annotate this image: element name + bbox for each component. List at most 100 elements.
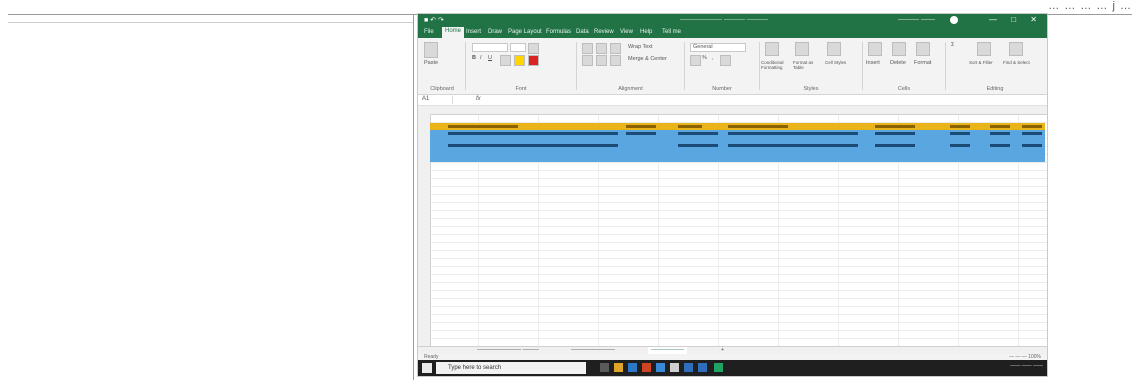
format-as-table-label[interactable]: Format as Table: [793, 60, 823, 70]
row-cell: [950, 144, 970, 147]
cell-styles-label[interactable]: Cell Styles: [825, 60, 855, 65]
tab-home[interactable]: Home: [442, 27, 465, 38]
borders-button[interactable]: [500, 55, 511, 66]
align-center-button[interactable]: [596, 55, 607, 66]
excel-taskbar-icon[interactable]: [714, 363, 723, 372]
header-cell: [448, 125, 518, 128]
tab-file[interactable]: File: [424, 29, 434, 35]
conditional-formatting-button[interactable]: [765, 42, 779, 56]
merge-center-button[interactable]: Merge & Center: [628, 56, 667, 62]
indent-icon: [610, 55, 621, 66]
cell-styles-button[interactable]: [827, 42, 841, 56]
paste-button[interactable]: [424, 42, 438, 58]
windows-start-icon[interactable]: [422, 363, 432, 373]
header-cell: [950, 125, 970, 128]
delete-cells-button[interactable]: [892, 42, 906, 56]
tab-help[interactable]: Help: [640, 29, 652, 35]
store-icon[interactable]: [670, 363, 679, 372]
tab-formulas[interactable]: Formulas: [546, 29, 571, 35]
table-row[interactable]: [430, 142, 1045, 154]
orientation-icon: [610, 43, 621, 54]
table-row[interactable]: [430, 130, 1045, 142]
align-top-icon: [582, 43, 593, 54]
fill-color-button[interactable]: [514, 55, 525, 66]
tab-review[interactable]: Review: [594, 29, 614, 35]
taskbar-search-input[interactable]: Type here to search: [436, 362, 586, 374]
tab-draw[interactable]: Draw: [488, 29, 502, 35]
row-cell: [728, 144, 858, 147]
bold-button[interactable]: B: [472, 55, 476, 61]
teams-icon[interactable]: [698, 363, 707, 372]
ribbon-group-styles: Conditional Formatting Format as Table C…: [761, 38, 861, 94]
formula-input[interactable]: [490, 96, 1030, 104]
quick-access-toolbar[interactable]: ■ ↶ ↷: [424, 16, 444, 24]
row-cell: [728, 132, 858, 135]
find-select-button[interactable]: [1009, 42, 1023, 56]
row-cell: [950, 132, 970, 135]
percent-button[interactable]: %: [702, 55, 707, 61]
document-title: —————— ——— ———: [680, 16, 768, 23]
delete-cells-icon: [892, 42, 906, 56]
group-label-cells: Cells: [897, 86, 911, 92]
align-middle-button[interactable]: [596, 43, 607, 54]
underline-button[interactable]: U: [488, 55, 492, 61]
file-explorer-icon[interactable]: [614, 363, 623, 372]
insert-cells-label[interactable]: Insert: [866, 60, 880, 66]
decimal-increase-button[interactable]: [720, 55, 731, 66]
comma-button[interactable]: ,: [712, 55, 714, 61]
system-tray[interactable]: —— —— ——: [1010, 363, 1043, 369]
autosum-button[interactable]: Σ: [951, 42, 954, 48]
header-row-highlight[interactable]: [430, 123, 1045, 130]
font-size-select[interactable]: [510, 43, 526, 52]
decimal-increase-icon: [720, 55, 731, 66]
row-cell: [875, 144, 915, 147]
find-select-label[interactable]: Find & Select: [1003, 60, 1030, 65]
align-left-button[interactable]: [582, 55, 593, 66]
sort-filter-button[interactable]: [977, 42, 991, 56]
row-cell: [1022, 132, 1042, 135]
fill-color-icon: [514, 55, 525, 66]
find-select-icon: [1009, 42, 1023, 56]
format-cells-button[interactable]: [916, 42, 930, 56]
window-controls[interactable]: — □ ✕: [989, 15, 1043, 24]
table-row[interactable]: [430, 154, 1045, 162]
paste-label[interactable]: Paste: [424, 60, 438, 66]
format-cells-label[interactable]: Format: [914, 60, 931, 66]
tab-data[interactable]: Data: [576, 29, 589, 35]
tab-view[interactable]: View: [620, 29, 633, 35]
ribbon-group-clipboard: Paste Clipboard: [420, 38, 464, 94]
font-color-button[interactable]: [528, 55, 539, 66]
wrap-text-button[interactable]: Wrap Text: [628, 44, 653, 50]
user-name[interactable]: ——— ——: [898, 16, 935, 23]
indent-button[interactable]: [610, 55, 621, 66]
sort-filter-label[interactable]: Sort & Filter: [969, 60, 993, 65]
edge-icon[interactable]: [628, 363, 637, 372]
name-box[interactable]: A1: [422, 96, 453, 104]
outlook-icon[interactable]: [656, 363, 665, 372]
grow-font-icon[interactable]: [528, 43, 539, 54]
word-icon[interactable]: [684, 363, 693, 372]
currency-button[interactable]: [690, 55, 701, 66]
font-name-select[interactable]: [472, 43, 508, 52]
ribbon-group-number: General % , Number: [686, 38, 758, 94]
office-icon[interactable]: [642, 363, 651, 372]
table-divider: [413, 14, 414, 380]
avatar[interactable]: [950, 16, 958, 24]
align-middle-icon: [596, 43, 607, 54]
tab-tell-me[interactable]: Tell me: [662, 29, 681, 35]
italic-button[interactable]: I: [480, 55, 482, 61]
tab-page-layout[interactable]: Page Layout: [508, 29, 542, 35]
tab-insert[interactable]: Insert: [466, 29, 481, 35]
align-center-icon: [596, 55, 607, 66]
worksheet-grid[interactable]: [418, 106, 1047, 346]
task-view-icon[interactable]: [600, 363, 609, 372]
header-cell: [990, 125, 1010, 128]
format-as-table-button[interactable]: [795, 42, 809, 56]
fx-icon[interactable]: fx: [476, 96, 481, 102]
number-format-select[interactable]: General: [690, 43, 746, 52]
orientation-button[interactable]: [610, 43, 621, 54]
conditional-formatting-label[interactable]: Conditional Formatting: [761, 60, 791, 70]
insert-cells-button[interactable]: [868, 42, 882, 56]
delete-cells-label[interactable]: Delete: [890, 60, 906, 66]
align-top-button[interactable]: [582, 43, 593, 54]
